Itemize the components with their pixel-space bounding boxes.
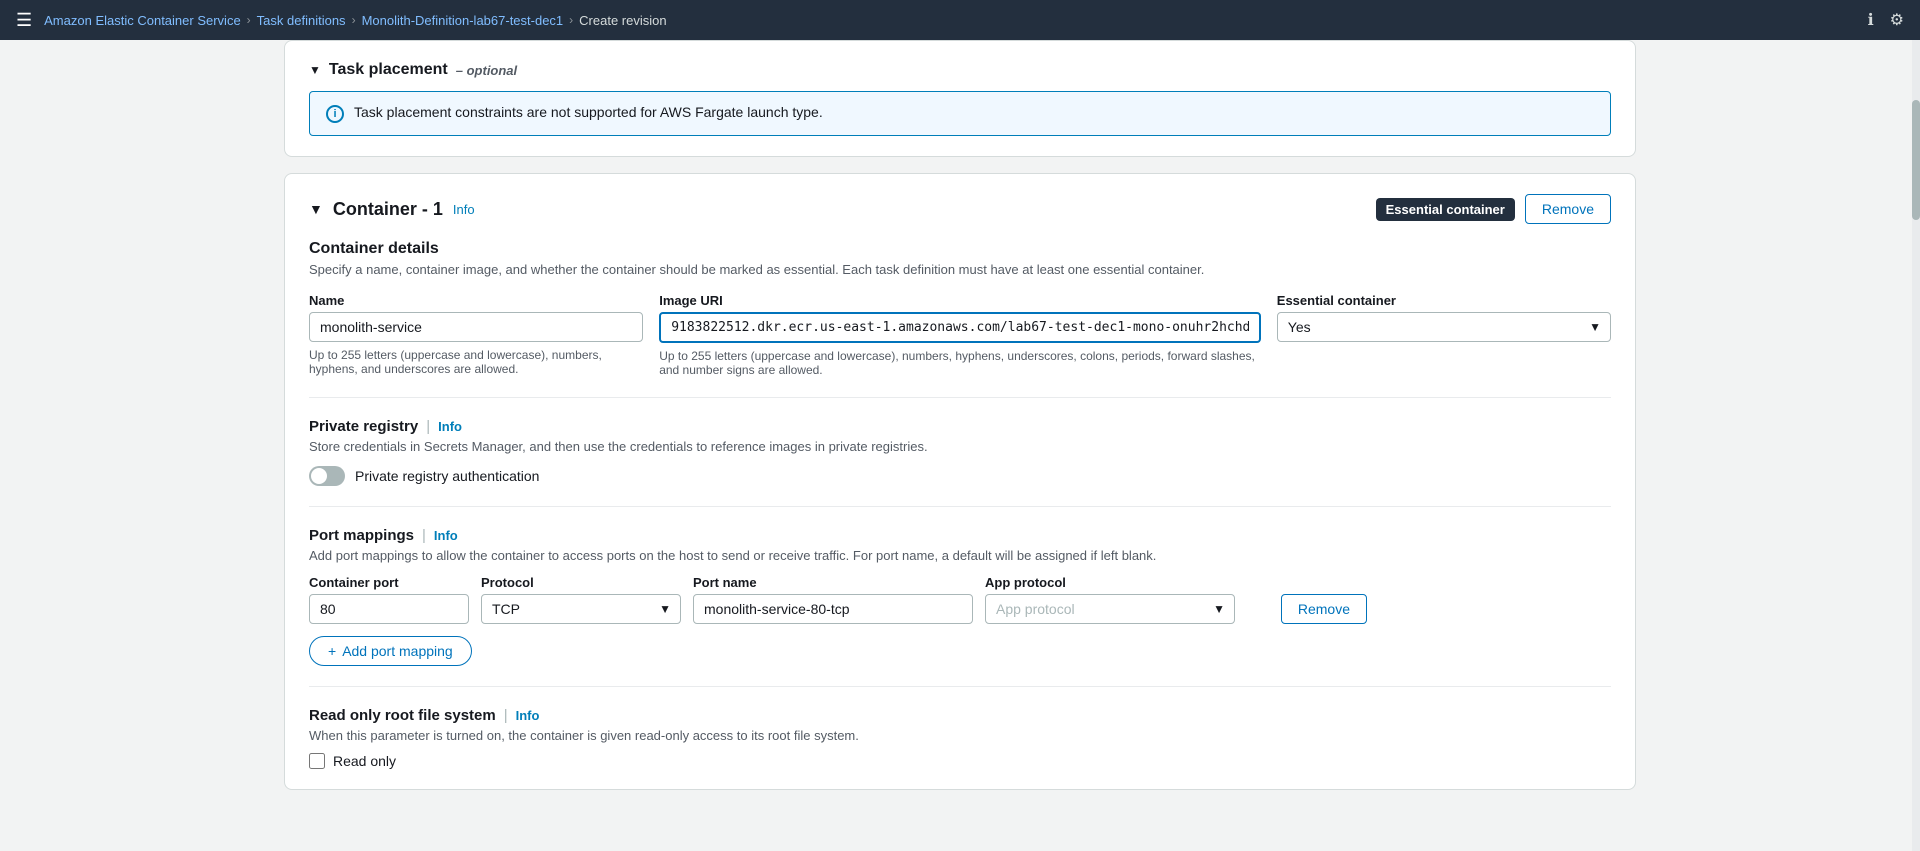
name-label: Name <box>309 293 643 308</box>
toggle-row: Private registry authentication <box>309 466 1611 486</box>
add-port-mapping-button[interactable]: + Add port mapping <box>309 636 472 666</box>
image-uri-hint: Up to 255 letters (uppercase and lowerca… <box>659 349 1261 377</box>
container-title: Container - 1 <box>333 199 443 220</box>
info-icon-task: i <box>326 105 344 123</box>
readonly-fs-header: Read only root file system | Info <box>309 707 1611 724</box>
port-name-input[interactable] <box>693 594 973 624</box>
breadcrumb-sep-1: › <box>247 13 251 27</box>
readonly-checkbox-label[interactable]: Read only <box>333 753 396 769</box>
private-registry-section: Private registry | Info Store credential… <box>309 418 1611 486</box>
port-mappings-section: Port mappings | Info Add port mappings t… <box>309 527 1611 666</box>
private-registry-header: Private registry | Info <box>309 418 1611 435</box>
nav-icons: ℹ ⚙ <box>1868 10 1904 30</box>
essential-form-group: Essential container Yes No ▼ <box>1277 293 1611 377</box>
divider-2 <box>309 506 1611 507</box>
app-protocol-group: App protocol App protocol HTTP HTTP2 gRP… <box>985 575 1235 624</box>
container-details-heading: Container details <box>309 240 1611 258</box>
readonly-checkbox-row: Read only <box>309 753 1611 769</box>
divider-3 <box>309 686 1611 687</box>
container-collapse-icon: ▼ <box>309 201 323 217</box>
readonly-fs-heading: Read only root file system <box>309 707 496 724</box>
top-nav: ☰ Amazon Elastic Container Service › Tas… <box>0 0 1920 40</box>
container-details-desc: Specify a name, container image, and whe… <box>309 262 1611 277</box>
add-port-plus-icon: + <box>328 643 336 659</box>
app-protocol-select-wrapper: App protocol HTTP HTTP2 gRPC ▼ <box>985 594 1235 624</box>
task-placement-info-box: i Task placement constraints are not sup… <box>309 91 1611 136</box>
container-details-section: Container details Specify a name, contai… <box>309 240 1611 377</box>
main-content: ▼ Task placement – optional i Task place… <box>260 40 1660 830</box>
port-name-label: Port name <box>693 575 973 590</box>
protocol-group: Protocol TCP UDP ▼ <box>481 575 681 624</box>
collapse-triangle: ▼ <box>309 63 321 77</box>
task-placement-panel: ▼ Task placement – optional i Task place… <box>284 40 1636 157</box>
readonly-fs-section: Read only root file system | Info When t… <box>309 707 1611 769</box>
readonly-fs-desc: When this parameter is turned on, the co… <box>309 728 1611 743</box>
container-info-link[interactable]: Info <box>453 202 475 217</box>
app-protocol-select[interactable]: App protocol HTTP HTTP2 gRPC <box>985 594 1235 624</box>
port-row-header: Container port Protocol TCP UDP ▼ Port n… <box>309 575 1611 624</box>
readonly-checkbox[interactable] <box>309 753 325 769</box>
info-nav-button[interactable]: ℹ <box>1868 10 1874 30</box>
port-remove-group: Remove <box>1247 594 1367 624</box>
port-mappings-info-link[interactable]: Info <box>434 528 458 543</box>
container-port-label: Container port <box>309 575 469 590</box>
port-mappings-desc: Add port mappings to allow the container… <box>309 548 1611 563</box>
breadcrumb-taskdef-link[interactable]: Monolith-Definition-lab67-test-dec1 <box>362 13 564 28</box>
remove-port-button[interactable]: Remove <box>1281 594 1367 624</box>
private-registry-info-link[interactable]: Info <box>438 419 462 434</box>
breadcrumb-ecs-link[interactable]: Amazon Elastic Container Service <box>44 13 241 28</box>
task-placement-header[interactable]: ▼ Task placement – optional <box>309 61 1611 79</box>
essential-select[interactable]: Yes No <box>1277 312 1611 342</box>
container-panel: ▼ Container - 1 Info Essential container… <box>284 173 1636 790</box>
task-placement-title: Task placement <box>329 61 448 79</box>
breadcrumb-taskdefs-link[interactable]: Task definitions <box>257 13 346 28</box>
port-mappings-heading: Port mappings <box>309 527 414 544</box>
scrollbar[interactable] <box>1912 40 1920 851</box>
breadcrumb: Amazon Elastic Container Service › Task … <box>44 13 666 28</box>
breadcrumb-current: Create revision <box>579 13 666 28</box>
task-placement-info-text: Task placement constraints are not suppo… <box>354 104 823 120</box>
name-hint: Up to 255 letters (uppercase and lowerca… <box>309 348 643 376</box>
container-details-form-row: Name Up to 255 letters (uppercase and lo… <box>309 293 1611 377</box>
protocol-label: Protocol <box>481 575 681 590</box>
container-header: ▼ Container - 1 Info Essential container… <box>309 194 1611 224</box>
name-input[interactable] <box>309 312 643 342</box>
divider-1 <box>309 397 1611 398</box>
toggle-knob <box>311 468 327 484</box>
essential-label: Essential container <box>1277 293 1611 308</box>
settings-nav-button[interactable]: ⚙ <box>1890 10 1904 30</box>
container-title-area: ▼ Container - 1 Info <box>309 199 475 220</box>
image-uri-label: Image URI <box>659 293 1261 308</box>
private-registry-heading: Private registry <box>309 418 418 435</box>
hamburger-menu[interactable]: ☰ <box>16 10 32 31</box>
private-registry-toggle[interactable] <box>309 466 345 486</box>
container-port-input[interactable] <box>309 594 469 624</box>
name-form-group: Name Up to 255 letters (uppercase and lo… <box>309 293 643 377</box>
protocol-select-wrapper: TCP UDP ▼ <box>481 594 681 624</box>
protocol-select[interactable]: TCP UDP <box>481 594 681 624</box>
toggle-label: Private registry authentication <box>355 468 539 484</box>
scrollbar-thumb[interactable] <box>1912 100 1920 220</box>
breadcrumb-sep-3: › <box>569 13 573 27</box>
container-port-group: Container port <box>309 575 469 624</box>
add-port-label: Add port mapping <box>342 643 453 659</box>
remove-container-button[interactable]: Remove <box>1525 194 1611 224</box>
port-mappings-header: Port mappings | Info <box>309 527 1611 544</box>
image-uri-form-group: Image URI Up to 255 letters (uppercase a… <box>659 293 1261 377</box>
task-placement-suffix: – optional <box>456 63 517 78</box>
app-protocol-label: App protocol <box>985 575 1235 590</box>
image-uri-input[interactable] <box>659 312 1261 343</box>
container-actions: Essential container Remove <box>1376 194 1611 224</box>
readonly-fs-info-link[interactable]: Info <box>516 708 540 723</box>
essential-select-wrapper: Yes No ▼ <box>1277 312 1611 342</box>
essential-container-badge: Essential container <box>1376 198 1515 221</box>
private-registry-desc: Store credentials in Secrets Manager, an… <box>309 439 1611 454</box>
port-name-group: Port name <box>693 575 973 624</box>
breadcrumb-sep-2: › <box>352 13 356 27</box>
